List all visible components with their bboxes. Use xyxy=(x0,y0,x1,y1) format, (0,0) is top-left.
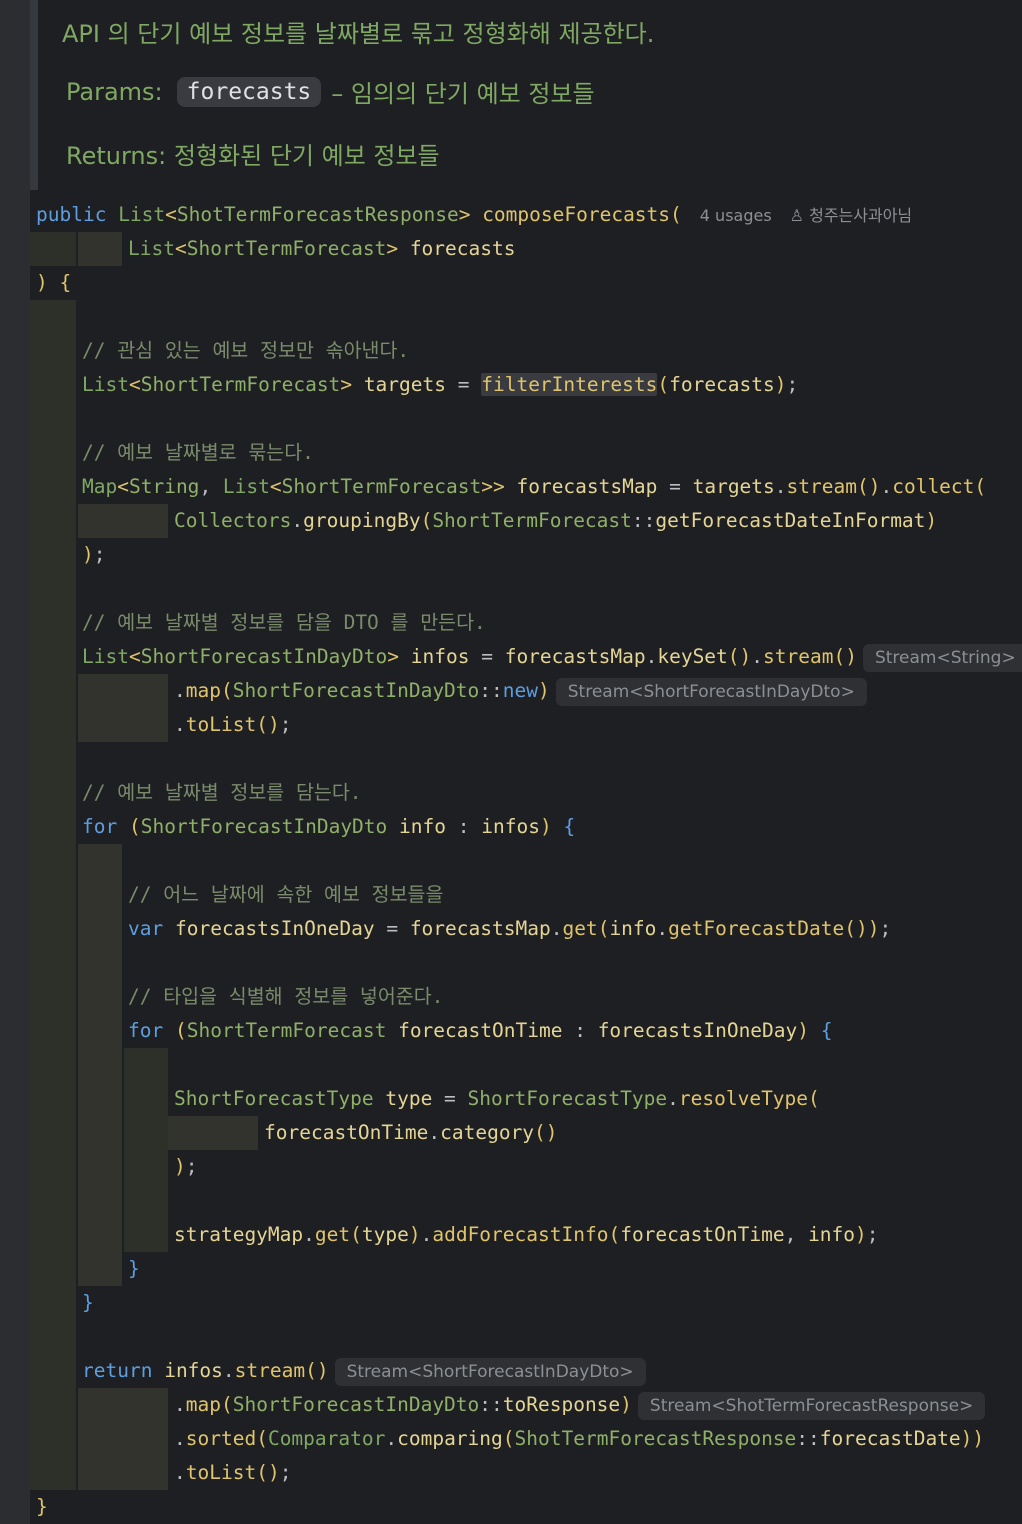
code-line-targets[interactable]: List<ShortTermForecast> targets = filter… xyxy=(82,368,798,402)
indent-block xyxy=(30,300,76,1490)
code-line-close-paren-2[interactable]: ); xyxy=(174,1150,198,1184)
doc-summary: API 의 단기 예보 정보를 날짜별로 묶고 정형화해 제공한다. xyxy=(62,20,655,48)
doc-returns-desc: 정형화된 단기 예보 정보들 xyxy=(173,142,440,170)
code-line-param[interactable]: List<ShortTermForecast> forecasts xyxy=(128,232,515,266)
indent-block xyxy=(78,504,168,538)
code-comment-5[interactable]: // 어느 날짜에 속한 예보 정보들을 xyxy=(128,878,443,912)
code-line-map-new[interactable]: .map(ShortForecastInDayDto::new) Stream<S… xyxy=(174,674,867,708)
type-hint: Stream<String> xyxy=(862,643,1022,672)
code-line-category[interactable]: forecastOnTime.category() xyxy=(264,1116,558,1150)
code-line-map-response[interactable]: .map(ShortForecastInDayDto::toResponse) S… xyxy=(174,1388,986,1422)
code-comment-6[interactable]: // 타입을 식별해 정보를 넣어준다. xyxy=(128,980,443,1014)
code-line-close-method[interactable]: } xyxy=(36,1490,48,1524)
editor-gutter xyxy=(0,0,30,1524)
type-hint: Stream<ShortForecastInDayDto> xyxy=(334,1357,646,1386)
indent-block xyxy=(78,232,122,266)
code-line-close-inner[interactable]: } xyxy=(128,1252,140,1286)
code-line-tolist-2[interactable]: .toList(); xyxy=(174,1456,291,1490)
code-line-return[interactable]: return infos.stream() Stream<ShortForecas… xyxy=(82,1354,646,1388)
code-comment-2[interactable]: // 예보 날짜별로 묶는다. xyxy=(82,436,314,470)
code-line-infos[interactable]: List<ShortForecastInDayDto> infos = fore… xyxy=(82,640,1022,674)
code-comment-3[interactable]: // 예보 날짜별 정보를 담을 DTO 를 만든다. xyxy=(82,606,486,640)
code-line-grouping[interactable]: Collectors.groupingBy(ShortTermForecast:… xyxy=(174,504,937,538)
code-line-open[interactable]: ) { xyxy=(36,266,71,300)
code-line-signature[interactable]: public List<ShotTermForecastResponse> co… xyxy=(36,198,912,232)
code-line-strategy[interactable]: strategyMap.get(type).addForecastInfo(fo… xyxy=(174,1218,879,1252)
author-hint[interactable]: ♙ 청주는사과아님 xyxy=(790,206,912,225)
type-hint: Stream<ShortForecastInDayDto> xyxy=(555,677,867,706)
doc-returns: Returns: 정형화된 단기 예보 정보들 xyxy=(66,136,440,171)
code-line-type[interactable]: ShortForecastType type = ShortForecastTy… xyxy=(174,1082,820,1116)
code-line-tolist[interactable]: .toList(); xyxy=(174,708,291,742)
user-icon: ♙ xyxy=(789,206,805,225)
code-line-close-for[interactable]: } xyxy=(82,1286,94,1320)
code-line-for-info[interactable]: for (ShortForecastInDayDto info : infos)… xyxy=(82,810,575,844)
type-hint: Stream<ShotTermForecastResponse> xyxy=(637,1391,986,1420)
doc-params: Params: forecasts – 임의의 단기 예보 정보들 xyxy=(66,74,595,109)
doc-returns-label: Returns: xyxy=(66,142,167,170)
indent-block xyxy=(78,1388,168,1490)
code-line-close-paren[interactable]: ); xyxy=(82,538,106,572)
javadoc-bar xyxy=(30,0,38,190)
code-line-forecastsinoneday[interactable]: var forecastsInOneDay = forecastsMap.get… xyxy=(128,912,891,946)
doc-param-desc: – 임의의 단기 예보 정보들 xyxy=(331,80,595,108)
indent-block xyxy=(168,1116,258,1150)
indent-block xyxy=(78,844,122,1286)
code-comment-4[interactable]: // 예보 날짜별 정보를 담는다. xyxy=(82,776,362,810)
usages-hint[interactable]: 4 usages xyxy=(700,206,772,225)
code-line-forecastsmap[interactable]: Map<String, List<ShortTermForecast>> for… xyxy=(82,470,986,504)
indent-block xyxy=(30,232,76,266)
code-line-for-forecast[interactable]: for (ShortTermForecast forecastOnTime : … xyxy=(128,1014,833,1048)
javadoc-rendered: API 의 단기 예보 정보를 날짜별로 묶고 정형화해 제공한다. Param… xyxy=(38,0,1022,190)
indent-block xyxy=(78,674,168,742)
indent-block xyxy=(124,1048,168,1252)
code-line-sorted[interactable]: .sorted(Comparator.comparing(ShotTermFor… xyxy=(174,1422,984,1456)
code-comment-1[interactable]: // 관심 있는 예보 정보만 솎아낸다. xyxy=(82,334,409,368)
doc-params-label: Params: xyxy=(66,77,163,106)
doc-param-name: forecasts xyxy=(176,76,322,107)
